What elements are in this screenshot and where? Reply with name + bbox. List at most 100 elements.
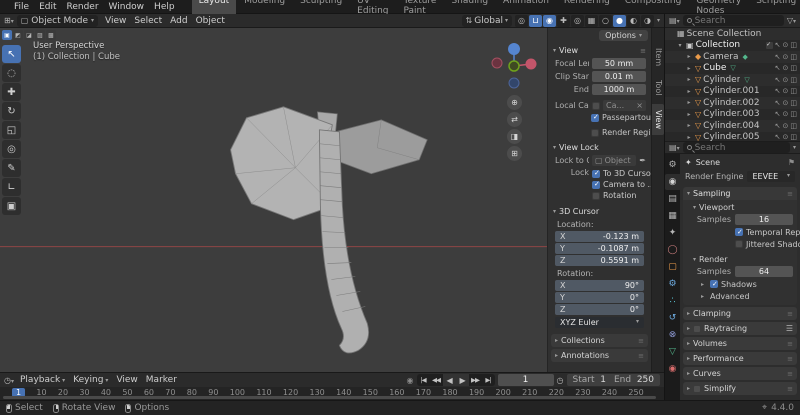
view-layer-tab[interactable]: ▦ <box>665 208 680 224</box>
outliner-row[interactable]: ▸ ▽ Cube ▽ ↖ ⊙ ◫ <box>665 63 800 75</box>
add-cube-tool[interactable]: ▣ <box>2 197 21 215</box>
outliner-filter-button[interactable]: ▽▾ <box>787 16 796 25</box>
viewport-menu[interactable]: View <box>101 16 130 26</box>
expand-caret-icon[interactable]: ▸ <box>685 134 693 141</box>
outliner-row[interactable]: ▸ ▽ Cylinder.002 ↖ ⊙ ◫ <box>665 97 800 109</box>
selectable-toggle[interactable]: ↖ <box>775 99 781 107</box>
options-button[interactable]: Options▾ <box>599 30 648 41</box>
timeline-scrollbar[interactable] <box>3 396 656 399</box>
outliner-item-label[interactable]: Cylinder.002 <box>703 98 759 108</box>
timeline-menu[interactable]: Playback▾ <box>16 375 69 385</box>
passepartout-checkbox[interactable] <box>591 114 599 122</box>
sidebar-tab[interactable]: View <box>652 104 664 135</box>
editor-type-button[interactable]: ⊞▾ <box>4 16 14 25</box>
auto-keying-button[interactable]: ◉ <box>407 376 414 385</box>
frame-range-fields[interactable]: Start 1 End 250 <box>567 374 661 386</box>
sidebar-tab[interactable]: Tool <box>652 74 664 102</box>
expand-caret-icon[interactable]: ▸ <box>685 76 693 83</box>
timeline-menu[interactable]: Marker▾ <box>142 375 181 385</box>
cursor-rotation-field[interactable]: X90° <box>555 280 644 291</box>
render-samples-field[interactable]: 64 <box>735 266 793 277</box>
hide-viewport-toggle[interactable]: ⊙ <box>783 87 789 95</box>
annotate-tool[interactable]: ✎ <box>2 159 21 177</box>
timeline-menu[interactable]: Keying▾ <box>69 375 112 385</box>
transform-orientation-selector[interactable]: ⇅ Global ▾ <box>462 15 512 27</box>
particles-tab[interactable]: ∴ <box>665 293 680 309</box>
local-camera-field[interactable]: Ca... × <box>603 100 646 111</box>
object-data-tab[interactable]: ▽ <box>665 344 680 360</box>
pan-button[interactable]: ⇄ <box>507 112 522 127</box>
next-keyframe-button[interactable]: ▶▶ <box>469 374 482 386</box>
expand-caret-icon[interactable]: ▸ <box>685 99 693 106</box>
play-button[interactable]: ▶ <box>456 374 469 386</box>
material-tab[interactable]: ◉ <box>665 361 680 377</box>
disable-render-toggle[interactable]: ◫ <box>790 133 797 141</box>
modifiers-tab[interactable]: ⚙ <box>665 276 680 292</box>
object-tab[interactable]: ▢ <box>665 259 680 275</box>
properties-editor-type-button[interactable]: ▤▾ <box>669 143 680 152</box>
topbar-menu[interactable]: Render <box>62 2 104 12</box>
outliner-row[interactable]: ▾ ▣ Collection ↖ ⊙ ◫ <box>665 40 800 52</box>
outliner-row[interactable]: ▸ ▽ Cylinder ▽ ↖ ⊙ ◫ <box>665 74 800 86</box>
eyedropper-icon[interactable]: ✒ <box>639 156 646 165</box>
rotation-order-dropdown[interactable]: XYZ Euler ▾ <box>555 317 644 328</box>
3d-cursor-panel-header[interactable]: ▾ 3D Cursor <box>551 205 648 218</box>
collapsed-panel-header[interactable]: ▸ Annotations ≡ <box>551 349 648 362</box>
properties-filter-caret[interactable]: ▾ <box>793 144 796 151</box>
outliner-item-label[interactable]: Cylinder <box>703 75 740 85</box>
render-engine-dropdown[interactable]: EEVEE ▾ <box>747 171 795 182</box>
view-lock-panel-header[interactable]: ▾ View Lock <box>551 141 648 154</box>
selectable-toggle[interactable]: ↖ <box>775 87 781 95</box>
outliner-item-label[interactable]: Scene Collection <box>687 29 762 39</box>
lock-option-checkbox[interactable] <box>592 170 600 178</box>
selectable-toggle[interactable]: ↖ <box>775 76 781 84</box>
select-mode-invert[interactable]: ▨ <box>35 30 45 40</box>
cursor-location-field[interactable]: Z0.5591 m <box>555 255 644 266</box>
proportional-editing-button[interactable]: ◉ <box>543 15 556 27</box>
selectable-toggle[interactable]: ↖ <box>775 122 781 130</box>
expand-caret-icon[interactable]: ▸ <box>685 65 693 72</box>
scale-tool[interactable]: ◱ <box>2 121 21 139</box>
outliner-item-label[interactable]: Cylinder.005 <box>703 132 759 141</box>
selectable-toggle[interactable]: ↖ <box>775 53 781 61</box>
hide-viewport-toggle[interactable]: ⊙ <box>783 64 789 72</box>
hide-viewport-toggle[interactable]: ⊙ <box>783 133 789 141</box>
panel-menu-icon[interactable]: ≡ <box>787 370 793 378</box>
shadows-checkbox[interactable] <box>710 280 718 288</box>
show-overlays-button[interactable]: ◎ <box>571 15 584 27</box>
view-panel-header[interactable]: ▾ View ≡ <box>551 44 648 57</box>
jump-to-end-button[interactable]: ▶| <box>482 374 495 386</box>
disable-render-toggle[interactable]: ◫ <box>790 76 797 84</box>
scene-tab[interactable]: ✦ <box>665 225 680 241</box>
shading-material-button[interactable]: ◐ <box>627 15 640 27</box>
outliner-item-label[interactable]: Collection <box>696 40 741 50</box>
property-section-header[interactable]: ▸ Curves ☰ ≡ <box>683 367 797 380</box>
outliner-search-input[interactable]: Search <box>683 15 784 26</box>
sidebar-tab[interactable]: Item <box>652 42 664 72</box>
temporal-reprojection-checkbox[interactable] <box>735 228 743 236</box>
timeline-editor-type-button[interactable]: ◷▾ <box>4 376 14 385</box>
selectable-toggle[interactable]: ↖ <box>775 133 781 141</box>
axis-gizmo[interactable] <box>491 40 537 90</box>
clip-end-field[interactable]: 1000 m <box>592 84 646 95</box>
axe-model[interactable] <box>231 107 428 353</box>
timeline-menu[interactable]: View▾ <box>112 375 141 385</box>
timeline-ruler[interactable]: 1 10203040506070809010011012013014015016… <box>0 387 664 400</box>
mode-selector[interactable]: ▢ Object Mode ▾ <box>17 15 98 27</box>
selectable-toggle[interactable]: ↖ <box>775 41 781 49</box>
expand-caret-icon[interactable]: ▸ <box>685 122 693 129</box>
hide-viewport-toggle[interactable]: ⊙ <box>783 53 789 61</box>
selectable-toggle[interactable]: ↖ <box>775 110 781 118</box>
constraints-tab[interactable]: ⊗ <box>665 327 680 343</box>
select-mode-extend[interactable]: ◩ <box>13 30 23 40</box>
panel-menu-icon[interactable]: ≡ <box>787 190 793 198</box>
jump-to-start-button[interactable]: |◀ <box>417 374 430 386</box>
expand-caret-icon[interactable]: ▸ <box>685 111 693 118</box>
show-gizmos-button[interactable]: ✚ <box>557 15 570 27</box>
disable-render-toggle[interactable]: ◫ <box>790 64 797 72</box>
outliner-row[interactable]: ▦ Scene Collection ↖ ⊙ ◫ <box>665 28 800 40</box>
hide-viewport-toggle[interactable]: ⊙ <box>783 99 789 107</box>
outliner-item-label[interactable]: Cylinder.001 <box>703 86 759 96</box>
zoom-button[interactable]: ⊕ <box>507 95 522 110</box>
outliner-row[interactable]: ▸ ▽ Cylinder.004 ↖ ⊙ ◫ <box>665 120 800 132</box>
